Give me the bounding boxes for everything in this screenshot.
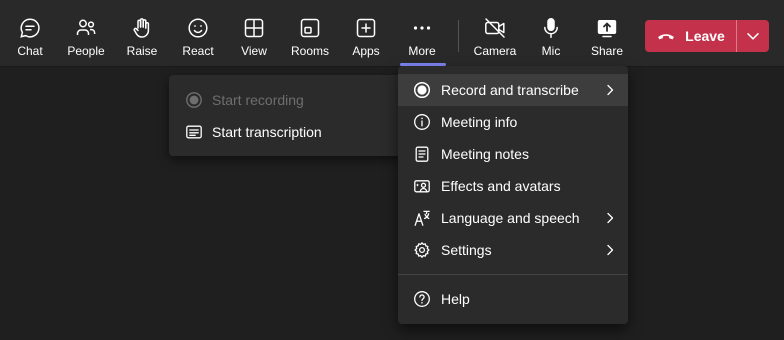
notes-icon: [415, 146, 429, 162]
menu-item-effects-and-avatars[interactable]: Effects and avatars: [398, 170, 628, 202]
menu-item-label: Meeting notes: [441, 146, 529, 162]
chat-icon: [20, 18, 40, 38]
hand-icon: [133, 18, 150, 38]
apps-label: Apps: [352, 44, 380, 58]
record-transcribe-submenu: Start recording Start transcription: [169, 75, 405, 156]
share-label: Share: [590, 44, 624, 58]
smiley-icon: [188, 18, 208, 38]
menu-item-label: Record and transcribe: [441, 82, 579, 98]
help-icon: [414, 291, 430, 307]
chevron-right-icon: [607, 212, 614, 224]
menu-item-label: Settings: [441, 242, 492, 258]
start-transcription-label: Start transcription: [212, 124, 322, 140]
record-icon: [186, 92, 202, 108]
menu-item-language-and-speech[interactable]: Language and speech: [398, 202, 628, 234]
people-icon: [76, 19, 96, 35]
menu-divider: [398, 274, 628, 275]
more-menu: Record and transcribe Meeting info Meeti…: [398, 66, 628, 324]
language-icon: [414, 210, 430, 226]
info-icon: [414, 114, 430, 130]
menu-item-label: Effects and avatars: [441, 178, 561, 194]
leave-label: Leave: [685, 28, 725, 44]
breakout-rooms-icon: [300, 18, 320, 38]
camera-label: Camera: [473, 44, 517, 58]
effects-icon: [414, 180, 430, 193]
leave-button[interactable]: Leave: [645, 20, 736, 52]
toolbar-divider: [458, 20, 459, 52]
mic-label: Mic: [541, 44, 561, 58]
start-transcription-item[interactable]: Start transcription: [169, 117, 405, 147]
meeting-toolbar: Chat People Raise React View Rooms Apps …: [0, 0, 784, 67]
view-button[interactable]: View: [234, 0, 274, 66]
gear-icon: [414, 242, 430, 258]
chat-label: Chat: [17, 44, 43, 58]
more-button[interactable]: More: [402, 0, 442, 66]
react-label: React: [182, 44, 214, 58]
camera-button[interactable]: Camera: [472, 0, 518, 66]
apps-plus-icon: [356, 18, 376, 38]
mic-button[interactable]: Mic: [531, 0, 571, 66]
rooms-button[interactable]: Rooms: [288, 0, 332, 66]
camera-off-icon: [485, 18, 505, 38]
leave-options-button[interactable]: [737, 20, 769, 52]
chevron-right-icon: [607, 84, 614, 96]
react-button[interactable]: React: [178, 0, 218, 66]
hang-up-icon: [658, 34, 675, 40]
share-screen-icon: [597, 20, 617, 38]
more-dots-icon: [413, 26, 431, 30]
apps-button[interactable]: Apps: [346, 0, 386, 66]
start-recording-item[interactable]: Start recording: [169, 85, 405, 115]
transcript-icon: [186, 125, 202, 139]
people-button[interactable]: People: [63, 0, 109, 66]
grid-view-icon: [244, 18, 264, 38]
share-button[interactable]: Share: [587, 0, 627, 66]
menu-item-settings[interactable]: Settings: [398, 234, 628, 266]
chevron-right-icon: [607, 244, 614, 256]
start-recording-label: Start recording: [212, 92, 304, 108]
view-label: View: [241, 44, 267, 58]
rooms-label: Rooms: [290, 44, 329, 58]
leave-split-button: Leave: [645, 20, 769, 52]
chevron-down-icon: [747, 33, 759, 40]
raise-label: Raise: [126, 44, 158, 58]
menu-item-help[interactable]: Help: [398, 283, 628, 315]
more-label: More: [408, 44, 436, 58]
microphone-icon: [544, 18, 558, 38]
record-icon: [413, 81, 431, 99]
menu-item-label: Language and speech: [441, 210, 580, 226]
menu-item-meeting-info[interactable]: Meeting info: [398, 106, 628, 138]
menu-item-label: Help: [441, 291, 470, 307]
people-label: People: [67, 44, 105, 58]
raise-hand-button[interactable]: Raise: [122, 0, 162, 66]
chat-button[interactable]: Chat: [10, 0, 50, 66]
menu-item-record-and-transcribe[interactable]: Record and transcribe: [398, 74, 628, 106]
menu-item-label: Meeting info: [441, 114, 518, 130]
menu-item-meeting-notes[interactable]: Meeting notes: [398, 138, 628, 170]
